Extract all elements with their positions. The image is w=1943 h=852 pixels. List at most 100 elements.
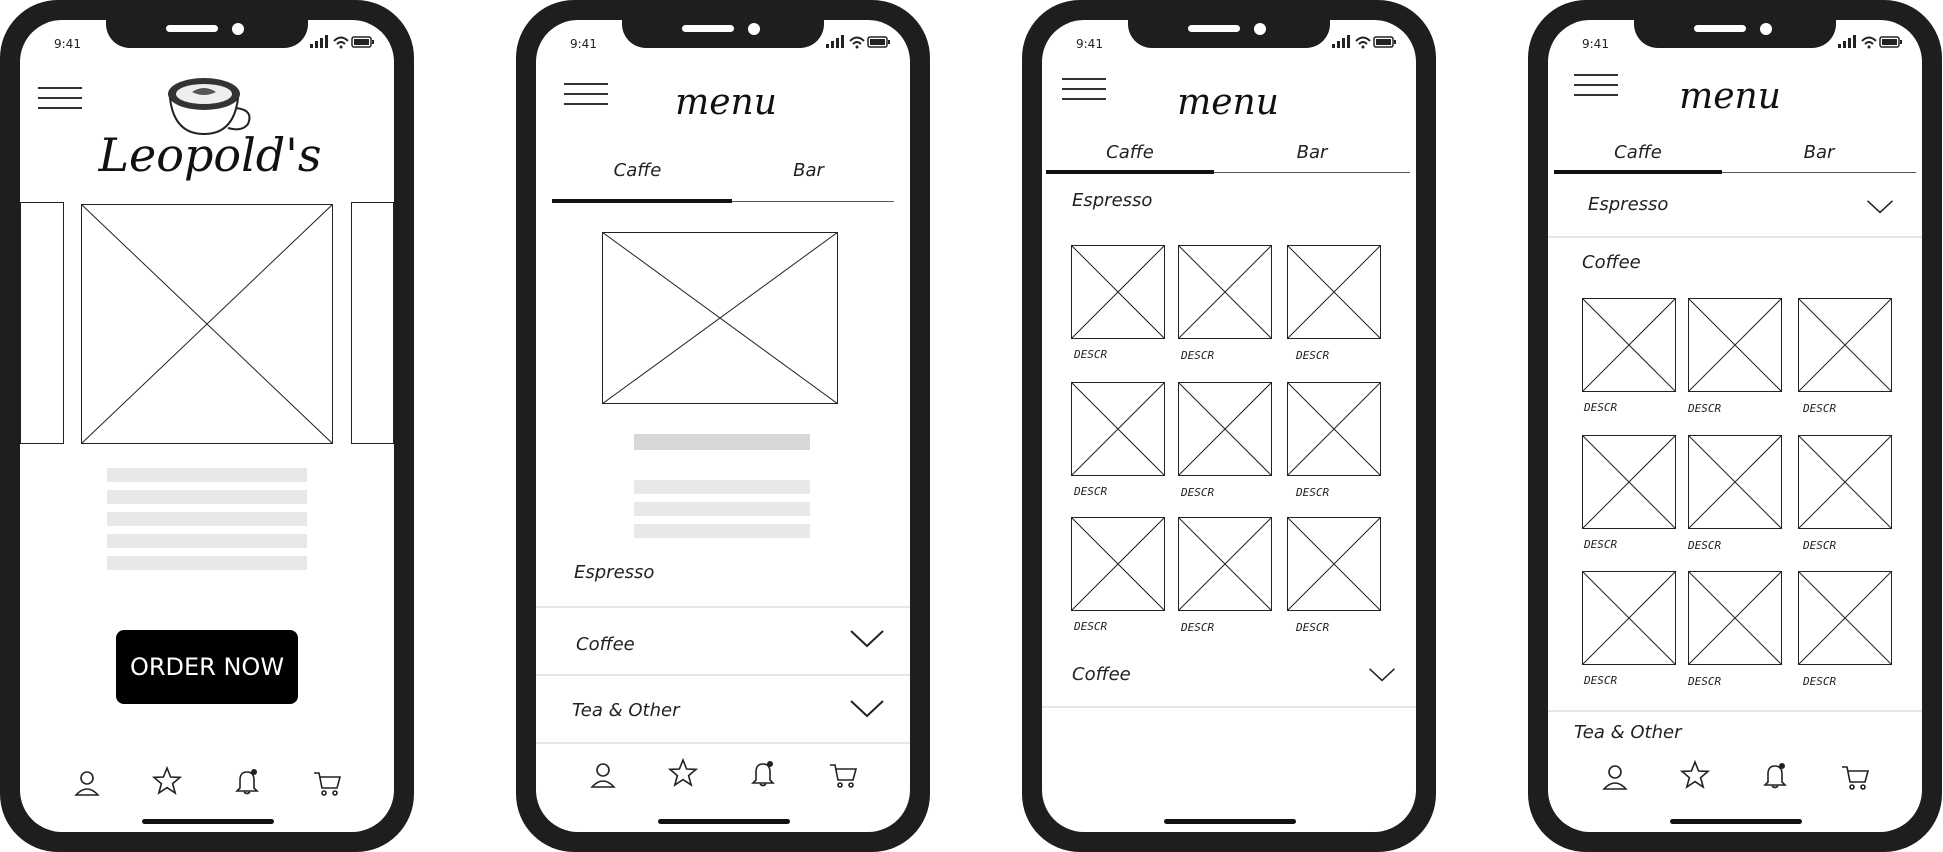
- text-placeholder-line: [107, 490, 307, 504]
- home-indicator: [142, 819, 274, 824]
- star-icon[interactable]: [152, 766, 182, 796]
- cart-icon[interactable]: [312, 768, 342, 798]
- section-divider: [536, 606, 910, 608]
- text-placeholder-line: [107, 512, 307, 526]
- section-espresso[interactable]: Espresso: [574, 562, 654, 583]
- tab-active-indicator: [1046, 170, 1214, 174]
- status-icons: [1838, 35, 1902, 49]
- product-descr: DESCR: [1296, 621, 1330, 634]
- notch: [1634, 20, 1836, 48]
- chevron-down-icon[interactable]: [1368, 668, 1396, 682]
- menu-title: menu: [1177, 82, 1279, 123]
- section-divider: [536, 742, 910, 744]
- user-icon[interactable]: [72, 768, 102, 798]
- text-placeholder-line: [107, 468, 307, 482]
- product-image-placeholder[interactable]: [1287, 382, 1381, 476]
- phone-home: 9:41 Leopold's ORDER NOW: [0, 0, 414, 852]
- product-image-placeholder[interactable]: [1582, 298, 1676, 392]
- tab-caffe[interactable]: Caffe: [1554, 142, 1722, 163]
- product-image-placeholder[interactable]: [1798, 571, 1892, 665]
- menu-tabs: Caffe Bar: [1554, 142, 1916, 176]
- chevron-down-icon[interactable]: [850, 630, 884, 648]
- menu-title: menu: [1679, 76, 1781, 117]
- product-image-placeholder[interactable]: [1688, 298, 1782, 392]
- menu-hamburger-icon[interactable]: [564, 83, 608, 109]
- product-descr: DESCR: [1803, 402, 1837, 415]
- home-indicator: [1164, 819, 1296, 824]
- bell-icon[interactable]: [1760, 760, 1790, 790]
- tab-bar[interactable]: Bar: [723, 160, 894, 181]
- product-descr: DESCR: [1181, 621, 1215, 634]
- status-time: 9:41: [1076, 37, 1103, 51]
- user-icon[interactable]: [588, 760, 618, 790]
- menu-overview-screen: 9:41 menu Caffe Bar Espresso Coffee Tea …: [536, 20, 910, 832]
- menu-tabs: Caffe Bar: [552, 160, 894, 206]
- chevron-down-icon[interactable]: [850, 700, 884, 718]
- product-image-placeholder[interactable]: [1178, 517, 1272, 611]
- product-image-placeholder[interactable]: [1582, 571, 1676, 665]
- status-icons: [826, 35, 890, 49]
- carousel-next-image[interactable]: [351, 202, 394, 444]
- product-image-placeholder[interactable]: [1178, 382, 1272, 476]
- tab-caffe[interactable]: Caffe: [552, 160, 723, 181]
- section-espresso[interactable]: Espresso: [1588, 194, 1668, 215]
- product-descr: DESCR: [1688, 675, 1722, 688]
- product-image-placeholder[interactable]: [1178, 245, 1272, 339]
- home-screen: 9:41 Leopold's ORDER NOW: [20, 20, 394, 832]
- section-divider: [536, 674, 910, 676]
- menu-tabs: Caffe Bar: [1046, 142, 1410, 176]
- product-descr: DESCR: [1688, 402, 1722, 415]
- menu-hamburger-icon[interactable]: [38, 87, 82, 113]
- product-descr: DESCR: [1181, 486, 1215, 499]
- star-icon[interactable]: [668, 758, 698, 788]
- espresso-screen: 9:41 menu Caffe Bar Espresso DESCR DESCR…: [1042, 20, 1416, 832]
- product-image-placeholder[interactable]: [1287, 517, 1381, 611]
- product-image-placeholder[interactable]: [1071, 382, 1165, 476]
- featured-image-placeholder[interactable]: [602, 232, 838, 404]
- product-image-placeholder[interactable]: [1287, 245, 1381, 339]
- product-image-placeholder[interactable]: [1688, 571, 1782, 665]
- phone-espresso-expanded: 9:41 menu Caffe Bar Espresso DESCR DESCR…: [1022, 0, 1436, 852]
- menu-hamburger-icon[interactable]: [1574, 74, 1618, 100]
- cart-icon[interactable]: [1840, 762, 1870, 792]
- section-tea-other[interactable]: Tea & Other: [572, 700, 679, 721]
- notch: [622, 20, 824, 48]
- tab-caffe[interactable]: Caffe: [1046, 142, 1214, 163]
- product-descr: DESCR: [1074, 485, 1108, 498]
- section-coffee[interactable]: Coffee: [1072, 664, 1131, 685]
- cart-icon[interactable]: [828, 760, 858, 790]
- menu-hamburger-icon[interactable]: [1062, 78, 1106, 104]
- tab-bar[interactable]: Bar: [1722, 142, 1916, 163]
- user-icon[interactable]: [1600, 762, 1630, 792]
- star-icon[interactable]: [1680, 760, 1710, 790]
- product-descr: DESCR: [1803, 675, 1837, 688]
- section-tea-other[interactable]: Tea & Other: [1574, 722, 1681, 743]
- bell-icon[interactable]: [748, 758, 778, 788]
- home-indicator: [1670, 819, 1802, 824]
- product-image-placeholder[interactable]: [1798, 435, 1892, 529]
- status-time: 9:41: [54, 37, 81, 51]
- chevron-down-icon[interactable]: [1866, 200, 1894, 214]
- product-descr: DESCR: [1181, 349, 1215, 362]
- section-divider: [1548, 710, 1922, 712]
- bell-icon[interactable]: [232, 766, 262, 796]
- section-coffee[interactable]: Coffee: [1582, 252, 1641, 273]
- tab-active-indicator: [1554, 170, 1722, 174]
- product-image-placeholder[interactable]: [1071, 517, 1165, 611]
- product-image-placeholder[interactable]: [1582, 435, 1676, 529]
- phone-coffee-expanded: 9:41 menu Caffe Bar Espresso Coffee DESC…: [1528, 0, 1942, 852]
- section-espresso[interactable]: Espresso: [1072, 190, 1152, 211]
- product-descr: DESCR: [1584, 401, 1618, 414]
- product-descr: DESCR: [1074, 348, 1108, 361]
- status-icons: [310, 35, 374, 49]
- product-image-placeholder[interactable]: [1688, 435, 1782, 529]
- carousel-prev-image[interactable]: [20, 202, 64, 444]
- product-image-placeholder[interactable]: [1798, 298, 1892, 392]
- section-coffee[interactable]: Coffee: [576, 634, 635, 655]
- order-now-button[interactable]: ORDER NOW: [116, 630, 298, 704]
- product-image-placeholder[interactable]: [1071, 245, 1165, 339]
- tab-bar[interactable]: Bar: [1214, 142, 1410, 163]
- hero-image-placeholder[interactable]: [81, 204, 333, 444]
- text-placeholder-line: [634, 524, 810, 538]
- tab-active-indicator: [552, 199, 732, 203]
